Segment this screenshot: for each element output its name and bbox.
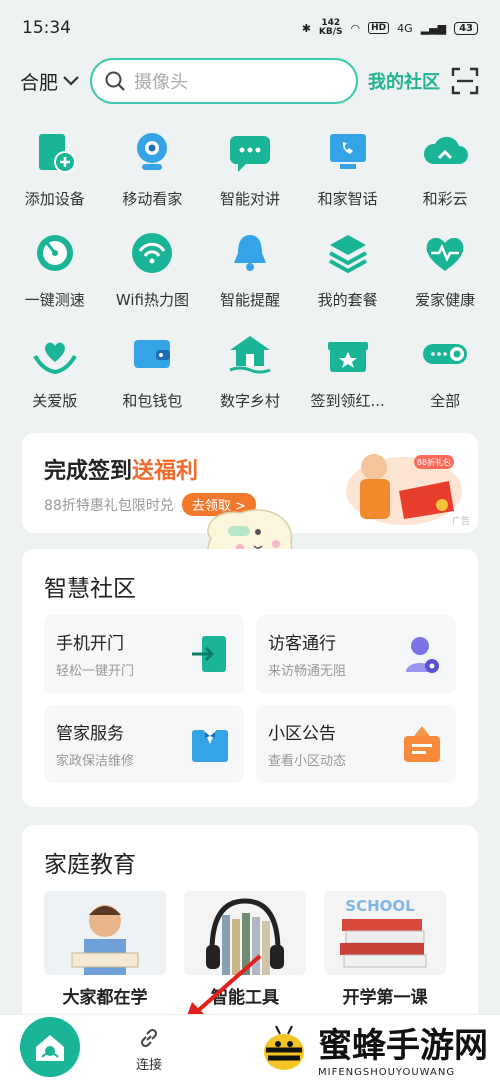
watermark: 蜜蜂手游网 MIFENGSHOUYOUWANG <box>256 1018 488 1078</box>
smart-community-section: 智慧社区 手机开门 轻松一键开门 访客通行 来访畅通无阻 管家服务 家政保洁维修 小区… <box>22 549 478 807</box>
grid-item-label: 和包钱包 <box>122 392 183 410</box>
cloud-icon <box>421 128 469 176</box>
grid-item-label: 一键测速 <box>24 291 85 309</box>
signal-label: 4G <box>397 21 413 35</box>
grid-item-label: 爱家健康 <box>415 291 476 309</box>
tile-phone-door[interactable]: 手机开门 轻松一键开门 <box>44 615 244 693</box>
hd-badge: HD <box>368 22 390 34</box>
grid-item[interactable]: 添加设备 <box>6 128 104 209</box>
wifi-status-icon: ◠ <box>350 21 361 35</box>
wallet-icon <box>128 330 176 378</box>
grid-item-label: 签到领红... <box>310 392 385 410</box>
status-time: 15:34 <box>22 18 71 38</box>
grid-item[interactable]: 和彩云 <box>396 128 494 209</box>
bee-logo-icon <box>264 1025 304 1070</box>
grid-item[interactable]: 关爱版 <box>6 330 104 411</box>
grid-item[interactable]: 和家智话 <box>299 128 397 209</box>
bottom-navigation: 连接 蜜蜂手游网 MIFENGSHOUYOUWANG <box>0 1014 500 1084</box>
grid-item-label: 和家智话 <box>317 190 378 208</box>
chevron-down-icon <box>63 76 79 86</box>
signal-icon: ▂▄▆ <box>420 21 447 35</box>
grid-item[interactable]: 全部 <box>396 330 494 411</box>
boy-reading-image <box>44 891 166 975</box>
watermark-subtitle: MIFENGSHOUYOUWANG <box>318 1067 456 1078</box>
home-button[interactable] <box>20 1016 80 1077</box>
bell-icon <box>226 229 274 277</box>
watermark-title: 蜜蜂手游网 <box>318 1026 488 1066</box>
edu-card-popular[interactable]: 大家都在学 <box>44 891 166 1008</box>
grid-item-label: 全部 <box>430 392 461 410</box>
tile-visitor-pass[interactable]: 访客通行 来访畅通无阻 <box>256 615 456 693</box>
school-books-image: SCHOOL <box>324 891 446 975</box>
tile-butler-service[interactable]: 管家服务 家政保洁维修 <box>44 705 244 783</box>
notice-board-icon <box>404 726 440 762</box>
grid-item-label: 数字乡村 <box>219 392 280 410</box>
search-icon <box>105 71 125 91</box>
feature-grid: 添加设备 移动看家 智能对讲 和家智话 和彩云一键测速 Wifi热力图 智能提醒 我的套餐 爱家… <box>0 128 500 411</box>
grid-item[interactable]: Wifi热力图 <box>104 229 202 310</box>
wifi-icon <box>128 229 176 277</box>
grid-item[interactable]: 智能对讲 <box>201 128 299 209</box>
grid-item-label: 添加设备 <box>24 190 85 208</box>
door-open-icon <box>192 636 226 672</box>
section-title: 家庭教育 <box>44 852 136 878</box>
city-label: 合肥 <box>20 71 59 94</box>
grid-item-label: 智能对讲 <box>219 190 280 208</box>
tile-community-notice[interactable]: 小区公告 查看小区动态 <box>256 705 456 783</box>
battery-icon: 43 <box>454 21 478 35</box>
grid-item[interactable]: 智能提醒 <box>201 229 299 310</box>
ad-tag: 广告 <box>451 517 470 527</box>
chat-icon <box>226 128 274 176</box>
grid-item-label: 智能提醒 <box>219 291 280 309</box>
my-community-link[interactable]: 我的社区 <box>368 68 440 94</box>
network-speed: 142 KB/S <box>318 18 343 37</box>
care-hands-icon <box>31 330 79 378</box>
link-icon <box>140 1028 158 1048</box>
search-placeholder: 摄像头 <box>134 72 189 93</box>
speedometer-icon <box>31 229 79 277</box>
city-selector[interactable]: 合肥 <box>20 68 80 95</box>
section-title: 智慧社区 <box>44 576 136 602</box>
add-device-icon <box>31 128 79 176</box>
scan-icon[interactable] <box>450 66 480 96</box>
grid-item[interactable]: 我的套餐 <box>299 229 397 310</box>
promo-badge: 88折礼包 <box>417 457 451 467</box>
grid-item[interactable]: 和包钱包 <box>104 330 202 411</box>
book-text: SCHOOL <box>345 897 415 915</box>
status-bar: 15:34 ✱ 142 KB/S ◠ HD 4G ▂▄▆ 43 <box>0 0 500 56</box>
grid-item-label: 我的套餐 <box>317 291 378 309</box>
grid-item[interactable]: 一键测速 <box>6 229 104 310</box>
grid-item[interactable]: 数字乡村 <box>201 330 299 411</box>
grid-item-label: 关爱版 <box>32 392 78 410</box>
promo-illustration: 88折礼包 <box>346 454 462 525</box>
village-icon <box>226 330 274 378</box>
suit-icon <box>192 730 228 762</box>
home-icon <box>36 1034 64 1061</box>
all-toggle-icon <box>421 330 469 378</box>
top-header: 合肥 摄像头 我的社区 <box>0 56 500 106</box>
visitor-icon <box>406 637 439 673</box>
gift-icon <box>324 330 372 378</box>
grid-item-label: 移动看家 <box>122 190 183 208</box>
phone-screen-icon <box>324 128 372 176</box>
grid-item[interactable]: 爱家健康 <box>396 229 494 310</box>
camera-icon <box>128 128 176 176</box>
layers-icon <box>324 229 372 277</box>
nav-connect[interactable]: 连接 <box>136 1026 162 1073</box>
heart-pulse-icon <box>421 229 469 277</box>
edu-card-first-lesson[interactable]: SCHOOL 开学第一课 <box>324 891 446 1008</box>
search-input[interactable]: 摄像头 <box>90 58 358 104</box>
nav-connect-label: 连接 <box>136 1058 163 1073</box>
grid-item[interactable]: 签到领红... <box>299 330 397 411</box>
grid-item-label: 和彩云 <box>422 190 468 208</box>
grid-item-label: Wifi热力图 <box>115 291 189 309</box>
bluetooth-icon: ✱ <box>301 21 311 35</box>
grid-item[interactable]: 移动看家 <box>104 128 202 209</box>
status-icons: ✱ 142 KB/S ◠ HD 4G ▂▄▆ 43 <box>302 19 478 37</box>
